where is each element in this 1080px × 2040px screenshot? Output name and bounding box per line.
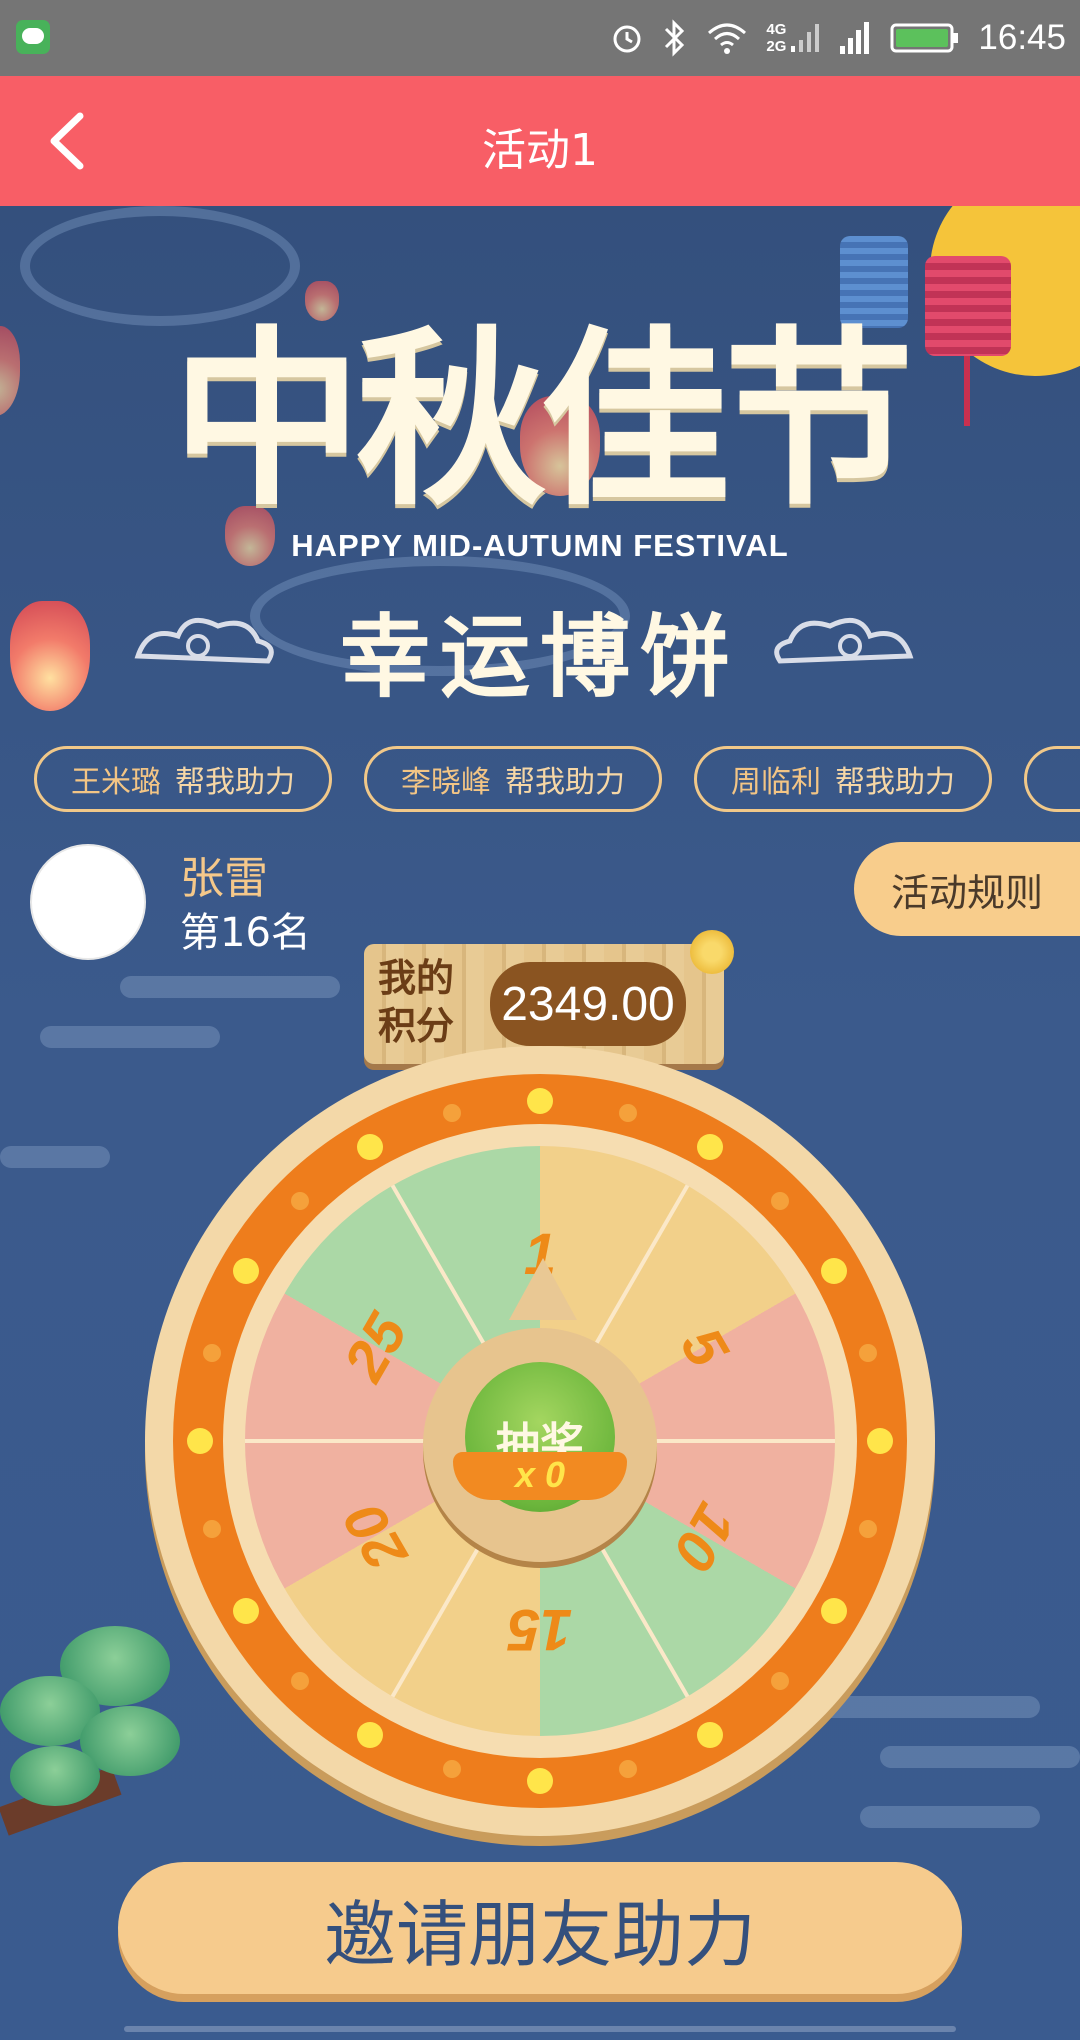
- helper-name: 王米璐: [71, 765, 161, 800]
- user-name: 张雷: [180, 853, 268, 904]
- wheel-bulb: [232, 1258, 259, 1284]
- festival-title: 中秋佳节: [171, 310, 914, 531]
- wheel-bulb: [290, 1672, 309, 1691]
- score-label: 我的 积分: [378, 954, 454, 1050]
- wheel-bulb: [867, 1428, 893, 1454]
- decorative-cloud: [40, 1026, 220, 1048]
- wheel-bulb: [357, 1133, 383, 1160]
- spin-count-ribbon: x 0: [453, 1452, 627, 1500]
- bottom-scroll-indicator: [124, 2026, 956, 2032]
- signal-icon: [840, 22, 870, 54]
- wifi-icon: [708, 23, 747, 54]
- decorative-cloud: [120, 976, 340, 998]
- score-label-line1: 我的: [378, 956, 455, 1000]
- app-header: 活动1: [0, 76, 1080, 206]
- wheel-bulb: [443, 1103, 461, 1122]
- spin-count: x 0: [514, 1454, 566, 1495]
- score-label-line2: 积分: [378, 1004, 455, 1048]
- helper-action: 帮我助力: [835, 765, 955, 800]
- battery-icon: [890, 23, 959, 53]
- network-type-top: 4G: [766, 21, 787, 38]
- wheel-bulb: [290, 1191, 309, 1210]
- helper-chip[interactable]: 周临利 帮我助力: [694, 746, 992, 812]
- helper-name: 李晓峰: [401, 765, 491, 800]
- festival-subtitle-en: HAPPY MID-AUTUMN FESTIVAL: [291, 528, 789, 563]
- wheel-bulb: [527, 1768, 553, 1794]
- tree-foliage: [10, 1746, 100, 1806]
- decorative-cloud: [0, 1146, 110, 1168]
- rules-button[interactable]: 活动规则: [854, 842, 1080, 936]
- chat-app-icon: [16, 20, 50, 54]
- spin-button[interactable]: 抽奖 x 0: [423, 1328, 657, 1562]
- page-title: 活动1: [482, 125, 598, 176]
- helper-chip[interactable]: 李晓峰 帮我助力: [364, 746, 662, 812]
- invite-friends-button[interactable]: 邀请朋友助力: [118, 1862, 962, 1994]
- score-value: 2349.00: [490, 962, 686, 1046]
- wheel-bulb: [232, 1598, 259, 1624]
- avatar[interactable]: [30, 844, 146, 960]
- helper-action: 帮我助力: [175, 765, 295, 800]
- wheel-bulb: [527, 1088, 553, 1114]
- wheel-bulb: [202, 1519, 221, 1538]
- signal-4g-2g-icon: 4G 2G: [766, 21, 820, 55]
- alarm-icon: [613, 25, 641, 53]
- helper-name: 周临利: [731, 765, 821, 800]
- wheel-bulb: [187, 1428, 213, 1454]
- wheel-bulb: [618, 1103, 637, 1122]
- helper-chip[interactable]: 王米璐 帮我助力: [34, 746, 332, 812]
- clock: 16:45: [978, 18, 1066, 57]
- network-type-bottom: 2G: [766, 38, 787, 55]
- activity-banner: 中秋佳节 HAPPY MID-AUTUMN FESTIVAL 幸运博饼 王米璐 …: [0, 206, 1080, 2040]
- wheel-bulb: [697, 1133, 723, 1160]
- bluetooth-icon: [665, 19, 685, 57]
- helpers-list: 王米璐 帮我助力 李晓峰 帮我助力 周临利 帮我助力: [34, 746, 1080, 816]
- wheel-bulb: [771, 1191, 790, 1210]
- user-rank: 第16名: [180, 910, 311, 956]
- helper-action: 帮我助力: [505, 765, 625, 800]
- helper-chip-partial[interactable]: [1024, 746, 1080, 812]
- coin-icon: [690, 930, 734, 974]
- prize-segment-label: 15: [507, 1597, 573, 1662]
- wheel-pointer: [509, 1258, 577, 1320]
- wheel-bulb: [202, 1344, 221, 1362]
- status-bar: 4G 2G 16:45: [0, 0, 1080, 76]
- prize-wheel: 1 5 10 15 20 25 抽奖 x 0: [145, 1046, 935, 1836]
- cloud-ornament-right: [774, 617, 914, 664]
